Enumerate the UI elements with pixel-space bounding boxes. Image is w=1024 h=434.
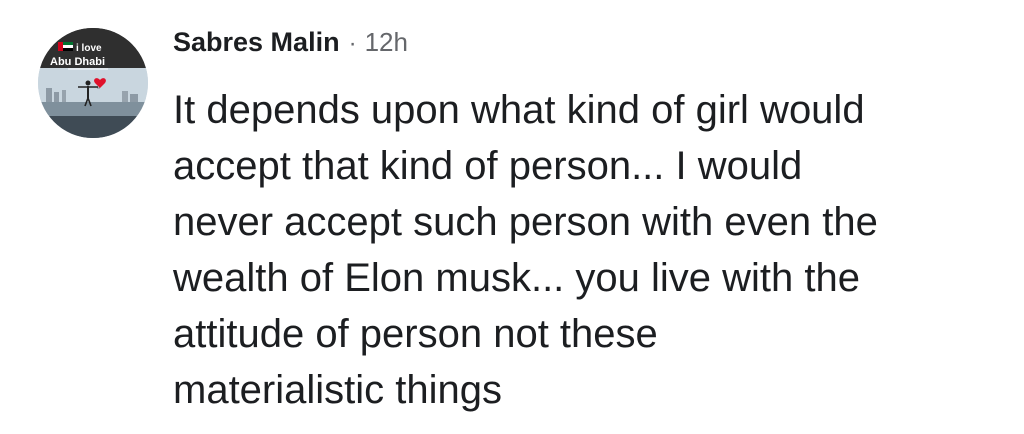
- avatar-badge-line1: i love: [76, 43, 102, 54]
- comment-header: Sabres Malin · 12h: [173, 27, 408, 61]
- author-name[interactable]: Sabres Malin: [173, 27, 340, 58]
- comment-line: never accept such person with even the: [173, 200, 878, 244]
- comment-line: materialistic things: [173, 368, 503, 412]
- comment-line: accept that kind of person... I would: [173, 144, 803, 188]
- comment: i love Abu Dhabi Sabres Malin · 12h It d…: [0, 0, 1024, 434]
- avatar-badge-line2: Abu Dhabi: [50, 56, 105, 68]
- comment-line: wealth of Elon musk... you live with the: [173, 256, 860, 300]
- comment-text: It depends upon what kind of girl would …: [173, 82, 1003, 418]
- comment-line: attitude of person not these: [173, 312, 658, 356]
- avatar[interactable]: i love Abu Dhabi: [38, 28, 148, 138]
- timestamp[interactable]: 12h: [365, 27, 408, 58]
- separator-dot: ·: [348, 30, 357, 57]
- comment-line: It depends upon what kind of girl would: [173, 88, 865, 132]
- avatar-image: i love Abu Dhabi: [38, 28, 148, 138]
